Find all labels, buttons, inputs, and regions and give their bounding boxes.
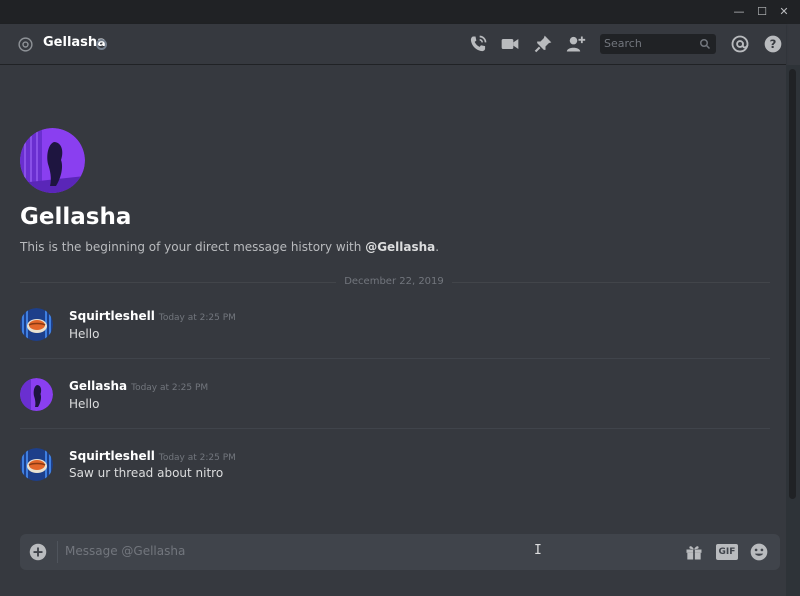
dm-intro-text: This is the beginning of your direct mes… — [20, 240, 440, 254]
at-icon — [18, 37, 33, 52]
message-text: Saw ur thread about nitro — [69, 466, 224, 480]
close-button[interactable]: ✕ — [777, 5, 791, 19]
emoji-icon[interactable] — [749, 542, 769, 562]
message-text: Hello — [69, 397, 100, 411]
composer-divider — [57, 541, 58, 563]
message-composer[interactable]: Message @Gellasha GIF — [20, 534, 780, 570]
upload-plus-icon[interactable] — [29, 543, 47, 561]
date-divider: December 22, 2019 — [344, 276, 444, 287]
text-cursor-icon: I — [534, 543, 542, 558]
composer-area — [0, 578, 786, 596]
message-group-divider — [20, 428, 770, 429]
window-titlebar: — ☐ ✕ — [0, 0, 800, 24]
channel-header: Gellasha Search ? — [0, 24, 786, 65]
svg-text:?: ? — [770, 37, 777, 51]
offline-status-icon — [96, 39, 107, 50]
message-timestamp: Today at 2:25 PM — [131, 383, 209, 393]
call-icon[interactable] — [468, 34, 488, 54]
avatar[interactable] — [20, 448, 53, 481]
search-input[interactable]: Search — [600, 34, 716, 54]
chat-scrollbar[interactable] — [786, 65, 800, 596]
mention-icon[interactable] — [730, 34, 750, 54]
video-icon[interactable] — [500, 34, 520, 54]
message-timestamp: Today at 2:25 PM — [158, 313, 236, 323]
gif-button[interactable]: GIF — [716, 544, 738, 560]
help-icon[interactable]: ? — [763, 34, 783, 54]
avatar[interactable] — [20, 378, 53, 411]
scroll-thumb[interactable] — [789, 69, 796, 499]
pin-icon[interactable] — [533, 34, 553, 54]
avatar[interactable] — [20, 308, 53, 341]
message-text: Hello — [69, 327, 100, 341]
search-icon — [700, 39, 711, 50]
gift-icon[interactable] — [684, 542, 704, 562]
maximize-button[interactable]: ☐ — [755, 5, 769, 19]
recipient-mention[interactable]: @Gellasha — [365, 240, 435, 254]
message-author[interactable]: Squirtleshell Today at 2:25 PM — [69, 309, 236, 323]
message-timestamp: Today at 2:25 PM — [158, 453, 236, 463]
recipient-name: Gellasha — [20, 204, 132, 230]
message-author[interactable]: Gellasha Today at 2:25 PM — [69, 379, 208, 393]
minimize-button[interactable]: — — [732, 5, 746, 19]
message-group-divider — [20, 358, 770, 359]
add-friend-icon[interactable] — [566, 34, 586, 54]
message-input[interactable]: Message @Gellasha — [65, 544, 185, 558]
recipient-avatar-large — [20, 128, 85, 193]
message-author[interactable]: Squirtleshell Today at 2:25 PM — [69, 449, 236, 463]
gif-label: GIF — [718, 547, 736, 557]
date-divider-line-left — [20, 282, 336, 283]
search-placeholder: Search — [604, 37, 642, 50]
date-divider-line-right — [452, 282, 770, 283]
